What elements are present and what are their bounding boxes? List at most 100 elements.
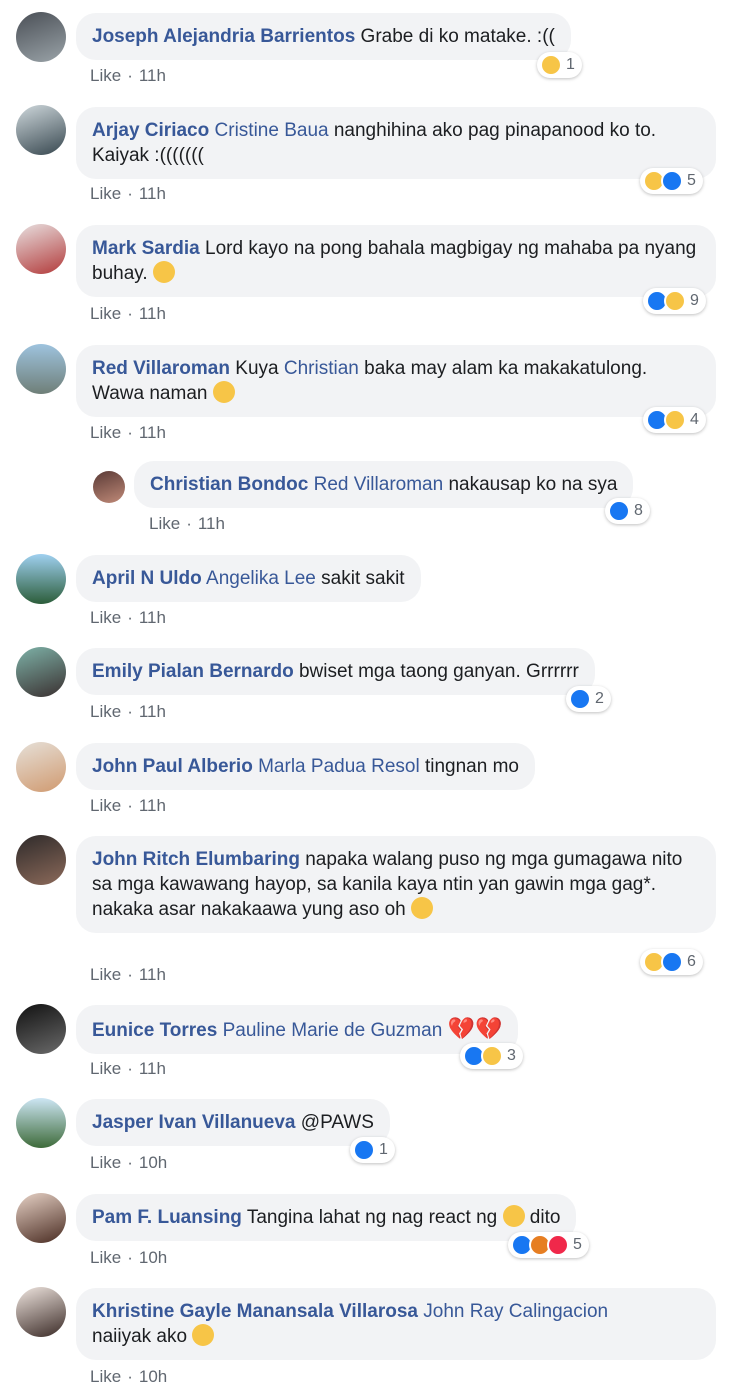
like-button[interactable]: Like bbox=[90, 184, 121, 203]
reaction-summary[interactable]: 3 bbox=[460, 1043, 523, 1069]
like-button[interactable]: Like bbox=[149, 514, 180, 533]
avatar[interactable] bbox=[16, 1287, 66, 1337]
comment-bubble: April N Uldo Angelika Lee sakit sakit bbox=[76, 555, 421, 602]
like-button[interactable]: Like bbox=[90, 1248, 121, 1267]
comment-meta: Like · 11h bbox=[90, 184, 166, 203]
avatar[interactable] bbox=[16, 1098, 66, 1148]
like-button[interactable]: Like bbox=[90, 1059, 121, 1078]
like-button[interactable]: Like bbox=[90, 702, 121, 721]
reaction-summary[interactable]: 6 bbox=[640, 949, 703, 975]
comment-meta: Like · 11h bbox=[90, 702, 166, 721]
comment-time[interactable]: 11h bbox=[139, 66, 166, 85]
tagged-user-link[interactable]: Angelika Lee bbox=[206, 568, 316, 589]
comment-meta: Like · 11h bbox=[90, 304, 166, 323]
comment-author[interactable]: Mark Sardia bbox=[92, 238, 200, 259]
like-button[interactable]: Like bbox=[90, 608, 121, 627]
avatar[interactable] bbox=[16, 742, 66, 792]
avatar[interactable] bbox=[16, 1004, 66, 1054]
like-button[interactable]: Like bbox=[90, 1367, 121, 1386]
comment-time[interactable]: 11h bbox=[198, 514, 225, 533]
avatar[interactable] bbox=[16, 224, 66, 274]
comment-time[interactable]: 11h bbox=[139, 1059, 166, 1078]
comment-text-prefix: Kuya bbox=[235, 358, 279, 379]
comment-author[interactable]: Eunice Torres bbox=[92, 1020, 217, 1041]
avatar[interactable] bbox=[16, 105, 66, 155]
reaction-summary[interactable]: 1 bbox=[537, 52, 582, 78]
like-button[interactable]: Like bbox=[90, 1153, 121, 1172]
tagged-user-link[interactable]: Red Villaroman bbox=[314, 474, 444, 495]
comment-time[interactable]: 11h bbox=[139, 304, 166, 323]
comment-text: sakit sakit bbox=[321, 568, 405, 589]
comment-time[interactable]: 11h bbox=[139, 423, 166, 442]
comment-time[interactable]: 11h bbox=[139, 702, 166, 721]
tagged-user-link[interactable]: Marla Padua Resol bbox=[258, 756, 420, 777]
comment-text: nakausap ko na sya bbox=[448, 474, 618, 495]
comment-time[interactable]: 10h bbox=[139, 1153, 167, 1172]
tagged-user-link[interactable]: John Ray Calingacion bbox=[423, 1301, 608, 1322]
reaction-count: 1 bbox=[566, 56, 575, 73]
comment-author[interactable]: April N Uldo bbox=[92, 568, 202, 589]
comment-meta: Like · 10h bbox=[90, 1248, 168, 1267]
reaction-count: 8 bbox=[634, 502, 643, 519]
like-button[interactable]: Like bbox=[90, 304, 121, 323]
comment-author[interactable]: Pam F. Luansing bbox=[92, 1207, 242, 1228]
comment-meta: Like · 10h bbox=[90, 1367, 168, 1386]
tagged-user-link[interactable]: Pauline Marie de Guzman bbox=[223, 1020, 443, 1041]
comment-time[interactable]: 11h bbox=[139, 184, 166, 203]
reaction-summary[interactable]: 4 bbox=[643, 407, 706, 433]
comment-meta: Like · 11h bbox=[90, 423, 166, 442]
comment-meta: Like · 11h bbox=[90, 1059, 166, 1078]
comment-bubble: Arjay Ciriaco Cristine Baua nanghihina a… bbox=[76, 107, 716, 179]
avatar[interactable] bbox=[16, 1193, 66, 1243]
laughing-crying-emoji-icon bbox=[502, 1205, 525, 1227]
tagged-user-link[interactable]: Cristine Baua bbox=[215, 120, 329, 141]
avatar[interactable] bbox=[93, 471, 125, 503]
like-reaction-icon bbox=[569, 688, 591, 710]
avatar[interactable] bbox=[16, 344, 66, 394]
comment-author[interactable]: Joseph Alejandria Barrientos bbox=[92, 26, 355, 47]
sad-reaction-icon bbox=[664, 409, 686, 431]
comment-meta: Like · 11h bbox=[90, 66, 166, 85]
comment-author[interactable]: Khristine Gayle Manansala Villarosa bbox=[92, 1301, 418, 1322]
comment-time[interactable]: 11h bbox=[139, 965, 166, 984]
reaction-summary[interactable]: 5 bbox=[640, 168, 703, 194]
comment-author[interactable]: Red Villaroman bbox=[92, 358, 230, 379]
comment-bubble: Pam F. Luansing Tangina lahat ng nag rea… bbox=[76, 1194, 577, 1241]
comment-author[interactable]: Jasper Ivan Villanueva bbox=[92, 1112, 296, 1133]
like-button[interactable]: Like bbox=[90, 796, 121, 815]
comment-time[interactable]: 10h bbox=[139, 1248, 167, 1267]
like-button[interactable]: Like bbox=[90, 423, 121, 442]
comment-time[interactable]: 11h bbox=[139, 608, 166, 627]
avatar[interactable] bbox=[16, 835, 66, 885]
tagged-user-link[interactable]: Christian bbox=[284, 358, 359, 379]
like-button[interactable]: Like bbox=[90, 66, 121, 85]
comment-time[interactable]: 10h bbox=[139, 1367, 167, 1386]
comment-author[interactable]: Emily Pialan Bernardo bbox=[92, 661, 294, 682]
sad-reaction-icon bbox=[664, 290, 686, 312]
love-reaction-icon bbox=[547, 1234, 569, 1256]
comment-time[interactable]: 11h bbox=[139, 796, 166, 815]
sad-reaction-icon bbox=[540, 54, 562, 76]
reaction-summary[interactable]: 9 bbox=[643, 288, 706, 314]
like-button[interactable]: Like bbox=[90, 965, 121, 984]
comment-author[interactable]: John Ritch Elumbaring bbox=[92, 849, 300, 870]
comment-text: Grabe di ko matake. :(( bbox=[360, 26, 555, 47]
comment-author[interactable]: Christian Bondoc bbox=[150, 474, 308, 495]
comment-bubble: Joseph Alejandria Barrientos Grabe di ko… bbox=[76, 13, 571, 60]
avatar[interactable] bbox=[16, 12, 66, 62]
sad-reaction-icon bbox=[481, 1045, 503, 1067]
reaction-count: 1 bbox=[379, 1141, 388, 1158]
reaction-summary[interactable]: 5 bbox=[508, 1232, 589, 1258]
reaction-summary[interactable]: 1 bbox=[350, 1137, 395, 1163]
reaction-count: 6 bbox=[687, 953, 696, 970]
reaction-summary[interactable]: 2 bbox=[566, 686, 611, 712]
comment-bubble: John Paul Alberio Marla Padua Resol ting… bbox=[76, 743, 535, 790]
avatar[interactable] bbox=[16, 554, 66, 604]
comment-text-line2: nakaka asar nakakaawa yung aso oh bbox=[92, 899, 406, 920]
reaction-summary[interactable]: 8 bbox=[605, 498, 650, 524]
avatar[interactable] bbox=[16, 647, 66, 697]
comment-author[interactable]: John Paul Alberio bbox=[92, 756, 253, 777]
comment-author[interactable]: Arjay Ciriaco bbox=[92, 120, 209, 141]
sad-face-emoji-icon bbox=[212, 381, 235, 403]
disappointed-face-emoji-icon bbox=[411, 897, 433, 919]
